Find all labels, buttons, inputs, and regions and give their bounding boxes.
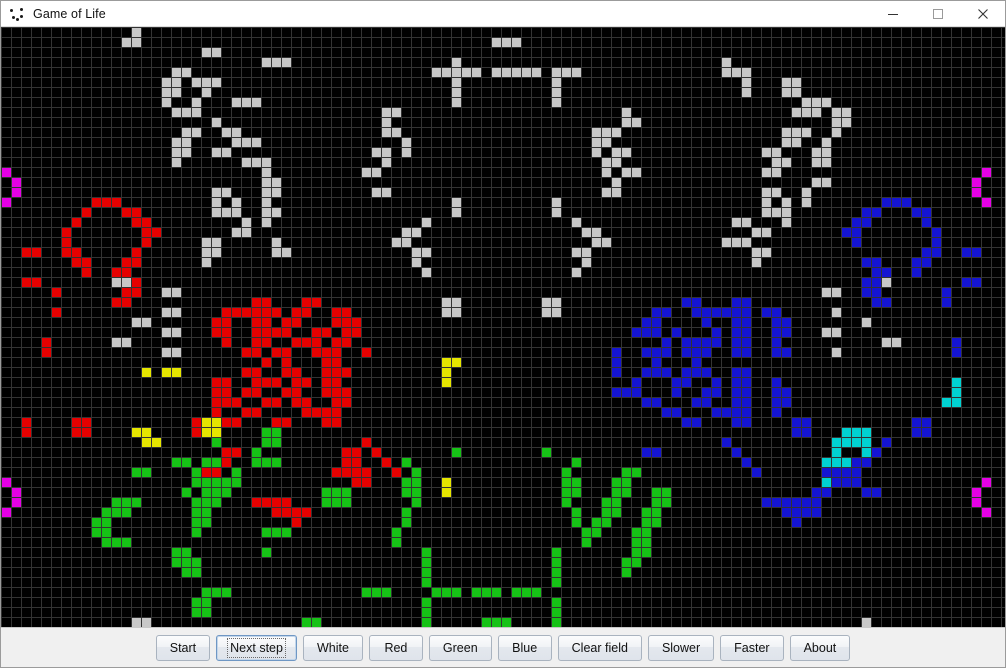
blue-button-label: Blue — [512, 640, 538, 655]
start-button[interactable]: Start — [155, 634, 211, 661]
life-grid-canvas[interactable] — [1, 27, 1005, 627]
about-button[interactable]: About — [789, 634, 851, 661]
window-controls — [870, 1, 1005, 26]
green-button[interactable]: Green — [428, 634, 492, 661]
next-step-button-label: Next step — [227, 637, 286, 658]
white-button-label: White — [316, 640, 349, 655]
next-step-button[interactable]: Next step — [216, 634, 297, 661]
clear-field-button-label: Clear field — [571, 640, 628, 655]
start-button-label: Start — [169, 640, 197, 655]
window-title: Game of Life — [33, 6, 106, 21]
slower-button-label: Slower — [661, 640, 701, 655]
faster-button[interactable]: Faster — [720, 634, 784, 661]
faster-button-label: Faster — [734, 640, 770, 655]
red-button-label: Red — [384, 640, 408, 655]
title-bar: Game of Life — [1, 1, 1005, 27]
maximize-button[interactable] — [915, 1, 960, 26]
red-button[interactable]: Red — [368, 634, 423, 661]
clear-field-button[interactable]: Clear field — [557, 634, 642, 661]
close-button[interactable] — [960, 1, 1005, 26]
life-icon — [9, 6, 25, 22]
about-button-label: About — [803, 640, 837, 655]
life-field[interactable] — [1, 27, 1005, 627]
white-button[interactable]: White — [302, 634, 363, 661]
blue-button[interactable]: Blue — [497, 634, 552, 661]
slower-button[interactable]: Slower — [647, 634, 715, 661]
game-of-life-window: Game of Life Start Next step White Red Green… — [0, 0, 1006, 668]
green-button-label: Green — [442, 640, 478, 655]
control-button-bar: Start Next step White Red Green Blue Clear fie… — [1, 627, 1005, 667]
minimize-button[interactable] — [870, 1, 915, 26]
